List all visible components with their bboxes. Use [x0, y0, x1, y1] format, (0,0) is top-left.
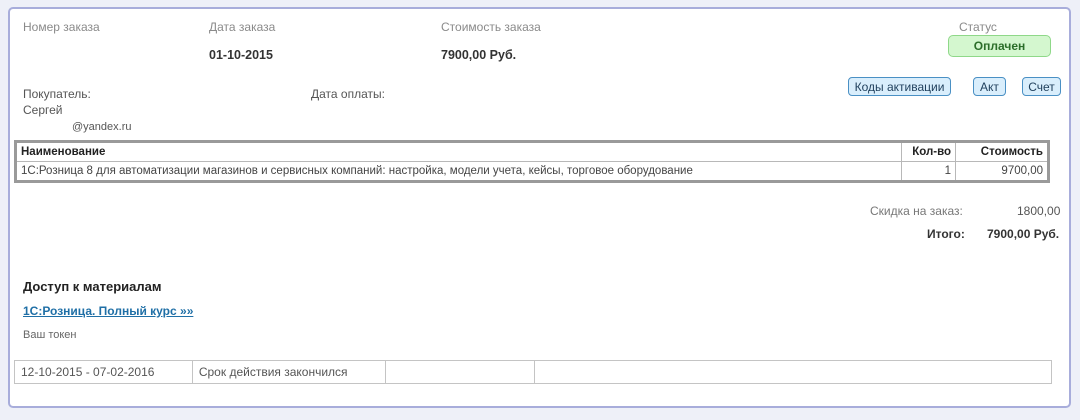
column-header-cost: Стоимость — [955, 141, 1049, 162]
activation-codes-button[interactable]: Коды активации — [848, 77, 951, 96]
buyer-label: Покупатель: — [23, 87, 91, 101]
discount-label: Скидка на заказ: — [870, 204, 963, 218]
table-row: 1С:Розница 8 для автоматизации магазинов… — [14, 161, 1049, 182]
access-period: 12-10-2015 - 07-02-2016 — [14, 360, 193, 384]
item-name: 1С:Розница 8 для автоматизации магазинов… — [14, 161, 903, 182]
column-header-name: Наименование — [14, 141, 903, 162]
column-header-qty: Кол-во — [901, 141, 957, 162]
total-label: Итого: — [927, 227, 965, 241]
materials-title: Доступ к материалам — [23, 279, 162, 294]
order-number-label: Номер заказа — [23, 20, 100, 34]
discount-value: 1800,00 — [1017, 204, 1061, 218]
buyer-email: @yandex.ru — [72, 121, 132, 133]
order-date-label: Дата заказа — [209, 20, 276, 34]
table-row: 12-10-2015 - 07-02-2016 Срок действия за… — [14, 360, 1053, 384]
order-status-label: Статус — [959, 20, 997, 34]
items-table: Наименование Кол-во Стоимость 1С:Розница… — [14, 140, 1050, 183]
access-cell-4 — [533, 360, 1053, 384]
payment-date-label: Дата оплаты: — [311, 87, 385, 101]
order-date-value: 01-10-2015 — [209, 48, 273, 62]
item-cost: 9700,00 — [955, 161, 1049, 182]
item-qty: 1 — [901, 161, 957, 182]
items-header-row: Наименование Кол-во Стоимость — [14, 141, 1049, 162]
order-cost-value: 7900,00 Руб. — [441, 48, 517, 62]
invoice-button[interactable]: Счет — [1022, 77, 1061, 96]
access-status: Срок действия закончился — [191, 360, 386, 384]
token-label: Ваш токен — [23, 329, 77, 341]
buyer-name: Сергей — [23, 103, 63, 117]
access-table: 12-10-2015 - 07-02-2016 Срок действия за… — [14, 360, 1053, 384]
act-button[interactable]: Акт — [973, 77, 1006, 96]
access-cell-3 — [384, 360, 535, 384]
order-cost-label: Стоимость заказа — [441, 20, 541, 34]
total-value: 7900,00 Руб. — [987, 227, 1060, 241]
course-link[interactable]: 1С:Розница. Полный курс »» — [23, 304, 193, 318]
status-badge: Оплачен — [948, 35, 1051, 57]
